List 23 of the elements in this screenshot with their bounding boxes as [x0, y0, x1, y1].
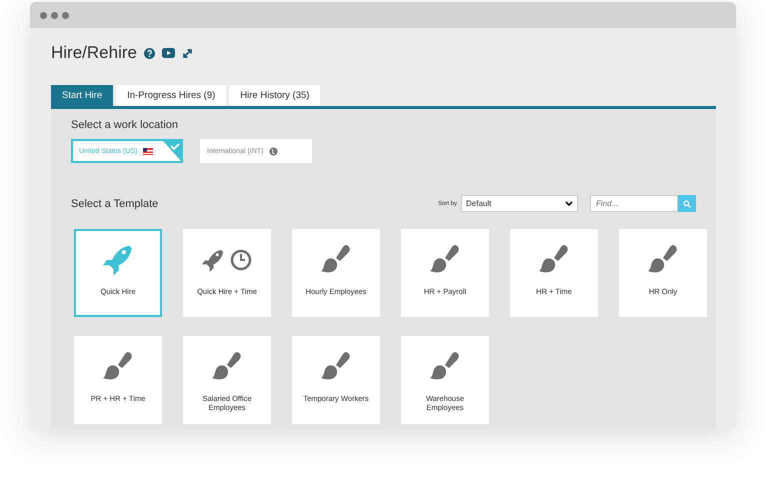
rocket-icon: [202, 248, 224, 272]
tab[interactable]: Start Hire: [51, 85, 114, 106]
video-icon[interactable]: [162, 48, 175, 58]
page-title: Hire/Rehire: [51, 43, 137, 63]
section-heading: Select a work location: [71, 119, 179, 131]
window-dot[interactable]: [51, 12, 58, 18]
sort-dropdown[interactable]: Default: [461, 195, 578, 212]
expand-icon[interactable]: [182, 48, 193, 58]
tab[interactable]: In-Progress Hires (9): [116, 85, 226, 106]
find-field[interactable]: Find...: [590, 195, 678, 212]
flag-icon: [143, 148, 154, 154]
tab[interactable]: Hire History (35): [229, 85, 320, 106]
search-icon: [683, 200, 691, 208]
clock-icon: [230, 249, 252, 271]
check-icon: [163, 141, 181, 161]
help-icon[interactable]: [144, 48, 155, 58]
section-heading: Select a Template: [71, 198, 160, 210]
window-dot[interactable]: [40, 12, 47, 18]
rocket-icon: [103, 243, 133, 277]
search-button[interactable]: [678, 195, 696, 212]
chevron-icon: [565, 200, 573, 206]
globe-icon: [269, 146, 278, 156]
window-dot[interactable]: [62, 12, 69, 18]
